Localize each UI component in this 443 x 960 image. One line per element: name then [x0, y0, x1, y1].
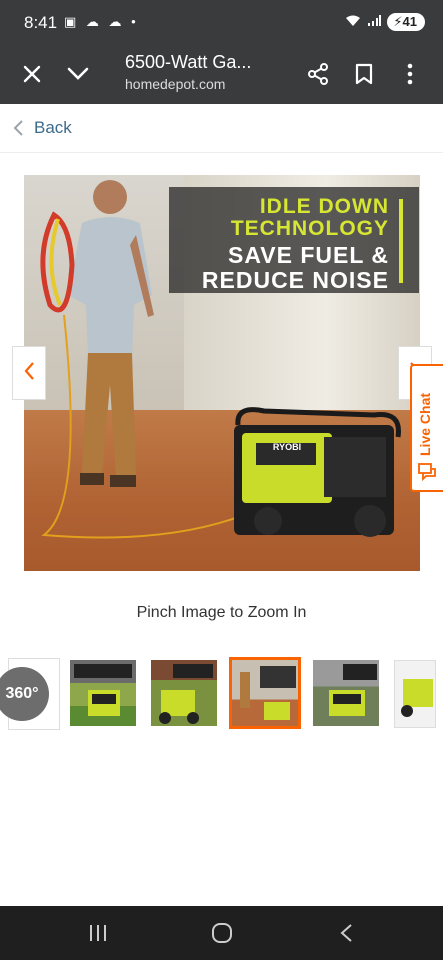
thumbnail-strip: 360°: [0, 657, 443, 730]
360-icon: 360°: [0, 667, 49, 721]
zoom-hint: Pinch Image to Zoom In: [136, 604, 307, 621]
battery-level: 41: [402, 14, 417, 29]
chevron-left-icon: [23, 361, 35, 386]
system-nav-bar: [0, 906, 443, 960]
thumbnail-5[interactable]: [313, 660, 379, 726]
banner-line-1: IDLE DOWN: [259, 195, 389, 218]
thumbnail-360-label: 360°: [5, 685, 39, 702]
signal-icon: [367, 14, 382, 30]
live-chat-label: Live Chat: [417, 392, 433, 456]
thumbnail-3-image: [159, 664, 213, 724]
home-icon[interactable]: [210, 922, 234, 944]
generator-brand: RYOBI: [273, 442, 301, 452]
thumbnail-4-selected[interactable]: [229, 657, 301, 729]
thumbnail-5-image: [329, 664, 377, 716]
share-icon[interactable]: [302, 58, 334, 90]
page-title: 6500-Watt Ga...: [125, 52, 252, 72]
thumbnail-4-image: [240, 666, 296, 720]
prev-image-button[interactable]: [12, 346, 46, 400]
more-vert-icon[interactable]: [394, 58, 426, 90]
status-bar: 8:41 ▣ ☁ ☁ • ⚡41: [0, 0, 443, 46]
back-link[interactable]: Back: [0, 104, 443, 153]
browser-toolbar: 6500-Watt Ga... homedepot.com: [0, 46, 443, 104]
thumbnail-360[interactable]: 360°: [0, 658, 60, 730]
chat-bubble-icon: [417, 462, 437, 487]
wifi-icon: [345, 15, 361, 30]
thumbnail-2[interactable]: [70, 660, 136, 726]
back-icon[interactable]: [334, 922, 358, 944]
chevron-left-icon: [12, 119, 24, 142]
live-chat-button[interactable]: Live Chat: [410, 364, 443, 492]
banner-line-2: TECHNOLOGY: [230, 217, 389, 240]
product-image[interactable]: RYOBI IDLE DOWN TECHNOLOGY SAVE FUEL & R…: [24, 175, 420, 571]
bookmark-icon[interactable]: [348, 58, 380, 90]
recent-apps-icon[interactable]: [86, 922, 110, 944]
back-label: Back: [34, 118, 72, 137]
thumbnail-3[interactable]: [151, 660, 217, 726]
banner-accent-bar: [399, 199, 403, 283]
thumbnail-6[interactable]: [394, 660, 436, 728]
status-time: 8:41: [24, 13, 58, 32]
banner-line-3: SAVE FUEL &: [228, 242, 389, 268]
thumbnail-6-image: [401, 679, 433, 717]
battery-indicator: ⚡41: [387, 13, 425, 31]
notification-icons: ▣ ☁ ☁ •: [64, 14, 139, 29]
system-icons: ⚡41: [345, 13, 425, 31]
close-icon[interactable]: [16, 58, 48, 90]
chevron-down-icon[interactable]: [62, 58, 94, 90]
page-url: homedepot.com: [125, 76, 226, 92]
promo-banner: IDLE DOWN TECHNOLOGY SAVE FUEL & REDUCE …: [169, 187, 419, 293]
banner-line-4: REDUCE NOISE: [201, 267, 389, 293]
thumbnail-2-image: [74, 664, 132, 716]
